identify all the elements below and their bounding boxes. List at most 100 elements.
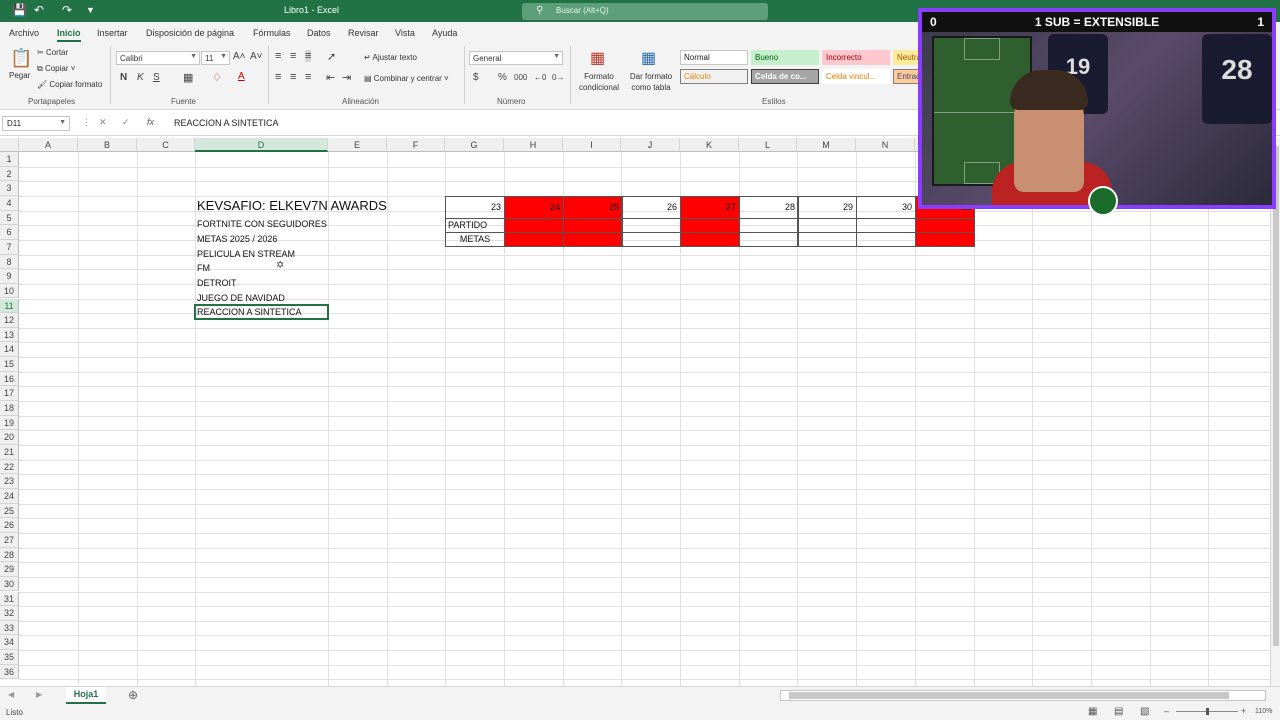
tab-archivo[interactable]: Archivo — [9, 28, 39, 38]
row-header-12[interactable]: 12 — [0, 313, 19, 328]
decrease-font-icon[interactable]: A˅ — [250, 51, 263, 62]
row-header-33[interactable]: 33 — [0, 620, 19, 636]
tab-vista[interactable]: Vista — [395, 28, 415, 38]
percent-icon[interactable]: % — [498, 72, 507, 83]
row-header-8[interactable]: 8 — [0, 254, 19, 270]
row-header-1[interactable]: 1 — [0, 152, 19, 167]
row-header-36[interactable]: 36 — [0, 664, 19, 680]
col-header-k[interactable]: K — [680, 138, 739, 152]
cancel-icon[interactable]: ✕ — [99, 117, 107, 128]
row-header-27[interactable]: 27 — [0, 532, 19, 548]
row-header-19[interactable]: 19 — [0, 415, 19, 431]
row-header-22[interactable]: 22 — [0, 459, 19, 475]
font-name-select[interactable]: Calibri ▼ — [116, 51, 200, 65]
decrease-decimal-icon[interactable]: 0→ — [552, 73, 564, 82]
wrap-text-button[interactable]: ↵ Ajustar texto — [364, 53, 417, 62]
tab-ayuda[interactable]: Ayuda — [432, 28, 457, 38]
increase-decimal-icon[interactable]: ←0 — [534, 73, 546, 82]
zoom-out-icon[interactable]: – — [1164, 706, 1169, 716]
table-cell[interactable] — [797, 218, 857, 233]
day-cell-23[interactable]: 23 — [445, 196, 505, 219]
col-header-e[interactable]: E — [328, 138, 387, 152]
format-table-icon[interactable]: ▦ — [641, 48, 656, 68]
col-header-b[interactable]: B — [78, 138, 137, 152]
row-header-16[interactable]: 16 — [0, 371, 19, 387]
row-header-18[interactable]: 18 — [0, 401, 19, 416]
day-cell-30[interactable]: 30 — [856, 196, 916, 219]
row-header-9[interactable]: 9 — [0, 269, 19, 284]
row-header-24[interactable]: 24 — [0, 488, 19, 504]
style-linked-cell[interactable]: Celda vincul... — [822, 69, 890, 84]
col-header-m[interactable]: M — [797, 138, 856, 152]
align-right-icon[interactable]: ≡ — [305, 71, 311, 83]
col-header-n[interactable]: N — [856, 138, 915, 152]
cell-d10[interactable]: JUEGO DE NAVIDAD — [197, 293, 285, 303]
row-header-34[interactable]: 34 — [0, 635, 19, 651]
day-cell-29[interactable]: 29 — [797, 196, 857, 219]
insert-function-icon[interactable]: fx — [147, 117, 154, 127]
row-header-11[interactable]: 11 — [0, 298, 19, 314]
font-size-select[interactable]: 11 ▼ — [201, 51, 230, 65]
tab-formulas[interactable]: Fórmulas — [253, 28, 291, 38]
style-input[interactable]: Entrada — [893, 69, 921, 84]
row-header-30[interactable]: 30 — [0, 576, 19, 592]
conditional-format-icon[interactable]: ▦ — [590, 48, 605, 68]
style-check-cell[interactable]: Celda de co... — [751, 69, 819, 84]
increase-indent-icon[interactable]: ⇥ — [342, 71, 351, 84]
col-header-a[interactable]: A — [19, 138, 78, 152]
zoom-in-icon[interactable]: + — [1241, 706, 1246, 716]
vertical-scrollbar[interactable] — [1270, 138, 1280, 686]
decrease-indent-icon[interactable]: ⇤ — [326, 71, 335, 84]
name-box[interactable]: D11 ▼ — [2, 116, 70, 131]
tab-datos[interactable]: Datos — [307, 28, 331, 38]
undo-icon[interactable]: ↶ — [34, 3, 44, 17]
add-sheet-icon[interactable]: ⊕ — [128, 688, 138, 702]
page-layout-icon[interactable]: ▤ — [1114, 706, 1123, 717]
worksheet-grid[interactable]: A B C D E F G H I J K L M N 1 2 3 4 5 6 7 8 9 10 1… — [0, 138, 1270, 686]
row-header-14[interactable]: 14 — [0, 342, 19, 358]
tab-inicio[interactable]: Inicio — [57, 28, 81, 42]
col-header-d[interactable]: D — [195, 138, 328, 152]
table-cell[interactable] — [856, 232, 916, 247]
row-header-21[interactable]: 21 — [0, 445, 19, 460]
table-cell[interactable] — [680, 218, 740, 233]
table-cell[interactable] — [680, 232, 740, 247]
table-cell[interactable] — [504, 218, 564, 233]
customize-toolbar-icon[interactable]: ▼ — [86, 5, 95, 15]
row-header-25[interactable]: 25 — [0, 503, 19, 519]
increase-font-icon[interactable]: A˄ — [233, 51, 246, 62]
row-header-23[interactable]: 23 — [0, 474, 19, 489]
day-cell-28[interactable]: 28 — [739, 196, 799, 219]
row-header-5[interactable]: 5 — [0, 210, 19, 226]
horizontal-scroll-thumb[interactable] — [789, 692, 1229, 699]
bold-icon[interactable]: N — [120, 72, 127, 83]
paste-icon[interactable]: 📋 — [10, 48, 32, 69]
zoom-slider[interactable] — [1176, 708, 1238, 715]
tab-revisar[interactable]: Revisar — [348, 28, 379, 38]
comma-style-icon[interactable]: 000 — [514, 73, 527, 82]
search-box[interactable]: ⚲ Buscar (Alt+Q) — [522, 3, 768, 20]
vertical-scroll-thumb[interactable] — [1273, 146, 1279, 646]
day-cell-27[interactable]: 27 — [680, 196, 740, 219]
col-header-l[interactable]: L — [739, 138, 797, 152]
row-header-31[interactable]: 31 — [0, 591, 19, 607]
enter-icon[interactable]: ✓ — [122, 117, 130, 128]
col-header-h[interactable]: H — [504, 138, 563, 152]
row-header-28[interactable]: 28 — [0, 547, 19, 563]
col-header-c[interactable]: C — [137, 138, 195, 152]
table-cell[interactable] — [621, 218, 681, 233]
table-cell[interactable] — [563, 232, 623, 247]
table-cell[interactable] — [563, 218, 623, 233]
style-normal[interactable]: Normal — [680, 50, 748, 65]
row-label-partido[interactable]: PARTIDO — [445, 218, 505, 233]
table-cell[interactable] — [739, 232, 799, 247]
day-cell-25[interactable]: 25 — [563, 196, 623, 219]
number-format-select[interactable]: General ▼ — [469, 51, 563, 65]
cell-d4[interactable]: KEVSAFIO: ELKEV7N AWARDS — [197, 198, 387, 213]
align-left-icon[interactable]: ≡ — [275, 71, 281, 83]
tab-insertar[interactable]: Insertar — [97, 28, 128, 38]
table-cell[interactable] — [797, 232, 857, 247]
row-header-32[interactable]: 32 — [0, 606, 19, 621]
borders-icon[interactable]: ▦ — [183, 71, 193, 84]
conditional-format-button[interactable]: Formato condicional — [575, 71, 623, 93]
